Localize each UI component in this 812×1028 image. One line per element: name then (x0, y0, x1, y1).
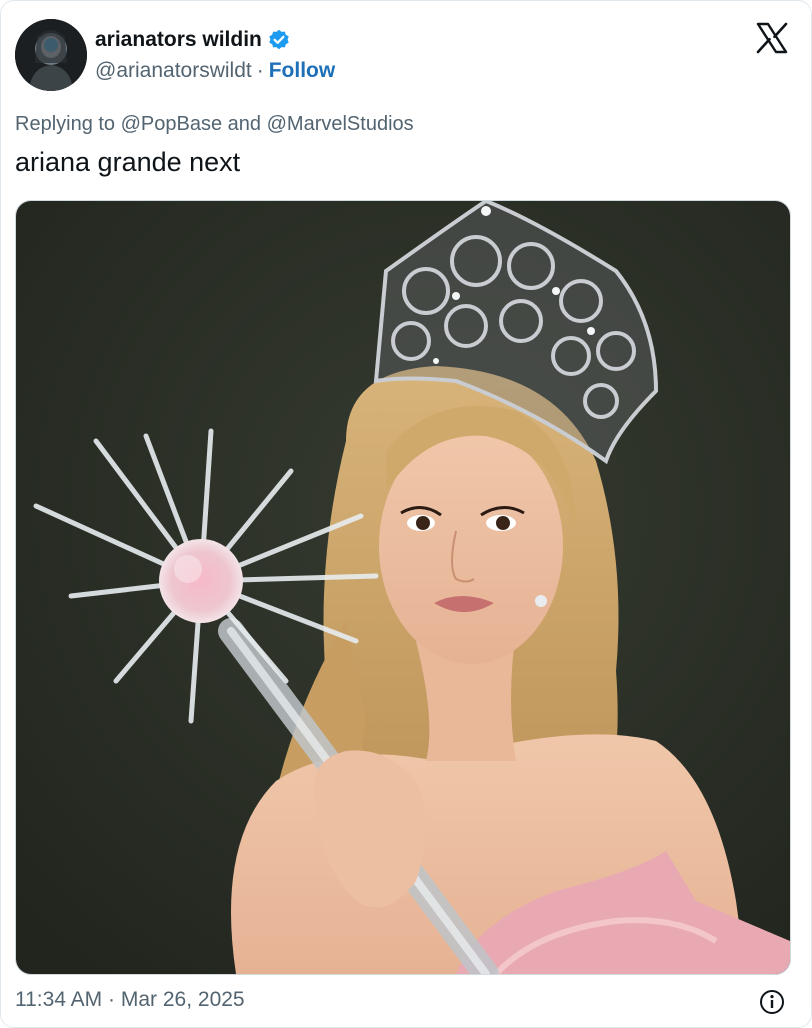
mention-popbase[interactable]: @PopBase (121, 113, 222, 135)
tweet-header: arianators wildin @arianatorswildt · Fol… (15, 17, 799, 97)
tweet-card: arianators wildin @arianatorswildt · Fol… (0, 0, 812, 1028)
info-icon[interactable] (759, 989, 785, 1015)
handle-separator: · (256, 59, 264, 82)
tweet-photo[interactable] (15, 200, 791, 975)
handle[interactable]: @arianatorswildt (95, 59, 252, 83)
handle-row: @arianatorswildt · Follow (95, 57, 335, 85)
verified-badge-icon (268, 29, 290, 51)
tweet-timestamp[interactable]: 11:34 AM · Mar 26, 2025 (15, 988, 245, 1012)
tweet-time: 11:34 AM (15, 988, 103, 1011)
tweet-text: ariana grande next (15, 147, 241, 177)
reply-prefix: Replying to (15, 113, 116, 135)
timestamp-separator: · (108, 988, 116, 1011)
display-name-row: arianators wildin (95, 25, 335, 55)
follow-link[interactable]: Follow (269, 59, 336, 83)
reply-context: Replying to @PopBase and @MarvelStudios (15, 113, 414, 136)
x-logo-icon[interactable] (755, 21, 789, 55)
mention-marvelstudios[interactable]: @MarvelStudios (267, 113, 414, 135)
author-names: arianators wildin @arianatorswildt · Fol… (95, 25, 335, 85)
avatar[interactable] (15, 19, 87, 91)
reply-conjunction: and (227, 113, 262, 135)
display-name[interactable]: arianators wildin (95, 28, 262, 52)
tweet-date: Mar 26, 2025 (120, 988, 245, 1011)
